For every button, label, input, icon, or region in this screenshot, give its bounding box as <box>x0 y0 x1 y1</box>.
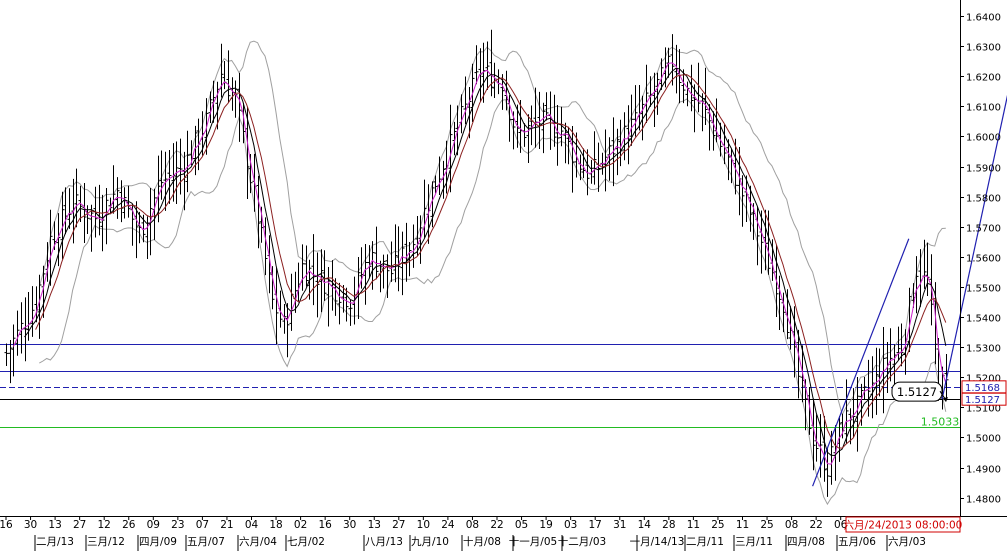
day-label: 11 <box>736 519 749 531</box>
day-label: 26 <box>122 519 136 531</box>
price-tick-label: 1.5900 <box>966 164 1001 175</box>
day-label: 27 <box>392 519 405 531</box>
callout-value: 1.5127 <box>897 385 937 399</box>
day-label: 04 <box>245 519 259 531</box>
price-tick-label: 1.5600 <box>966 254 1001 265</box>
day-label: 16 <box>0 519 13 531</box>
day-label: 02 <box>294 519 307 531</box>
day-label: 09 <box>147 519 160 531</box>
price-tick-label: 1.5800 <box>966 194 1001 205</box>
month-label: 八月/13 <box>365 536 403 548</box>
day-label: 30 <box>24 519 37 531</box>
price-tick-label: 1.5500 <box>966 284 1001 295</box>
month-label: 一月/14/13 <box>630 536 685 548</box>
price-tick-label: 1.6200 <box>966 73 1001 84</box>
cursor-time-label: 六月/24/2013 08:00:00 <box>844 520 963 532</box>
price-axis: 1.48001.49001.50001.51001.52001.53001.54… <box>960 13 1001 506</box>
time-axis: 16 30 13 27 12 26 09 23 07 21 04 18 02 16 30 13 27 10 24 08… <box>0 516 926 551</box>
day-label: 23 <box>171 519 184 531</box>
price-tick-label: 1.5000 <box>966 434 1001 445</box>
month-label: 四月/09 <box>139 536 177 548</box>
month-label: 七月/02 <box>287 536 325 548</box>
price-tick-label: 1.6000 <box>966 133 1001 144</box>
price-tags: 1.51681.5127 <box>961 380 1007 406</box>
day-label: 22 <box>809 519 822 531</box>
day-label: 30 <box>343 519 356 531</box>
month-label: 四月/08 <box>787 536 825 548</box>
price-tag-value: 1.5168 <box>965 383 1000 394</box>
price-tick-label: 1.4900 <box>966 465 1001 476</box>
month-label: 三月/12 <box>87 536 125 548</box>
month-label: 十月/08 <box>463 535 501 548</box>
month-label: 三月/11 <box>735 536 773 548</box>
day-label: 31 <box>613 519 626 531</box>
price-chart: 1.51271.5033 1.48001.49001.50001.51001.5… <box>0 0 1007 551</box>
month-label: 十一月/05 <box>509 535 557 548</box>
price-tag-value: 1.5127 <box>965 395 1000 406</box>
month-label: 九月/10 <box>411 536 449 548</box>
price-tick-label: 1.4800 <box>966 495 1001 506</box>
day-label: 28 <box>662 519 675 531</box>
price-tick-label: 1.5300 <box>966 344 1001 355</box>
day-label: 25 <box>760 519 773 531</box>
day-label: 19 <box>539 519 552 531</box>
day-label: 03 <box>564 519 577 531</box>
day-label: 16 <box>318 519 332 531</box>
day-label: 13 <box>368 519 381 531</box>
price-tick-label: 1.5400 <box>966 314 1001 325</box>
month-label: 五月/06 <box>838 536 876 548</box>
day-label: 10 <box>417 519 430 531</box>
month-label: 二月/11 <box>686 536 724 548</box>
day-label: 22 <box>490 519 503 531</box>
day-label: 27 <box>73 519 86 531</box>
day-label: 08 <box>466 519 479 531</box>
day-label: 08 <box>785 519 798 531</box>
day-label: 05 <box>515 519 528 531</box>
month-label: 六月/04 <box>239 536 277 548</box>
day-label: 11 <box>687 519 700 531</box>
day-label: 25 <box>711 519 724 531</box>
price-tick-label: 1.6100 <box>966 103 1001 114</box>
day-label: 21 <box>220 519 233 531</box>
price-tick-label: 1.6300 <box>966 43 1001 54</box>
day-label: 17 <box>589 519 602 531</box>
day-label: 13 <box>48 519 61 531</box>
day-label: 18 <box>269 519 282 531</box>
day-label: 14 <box>638 519 652 531</box>
level-label: 1.5033 <box>921 415 960 428</box>
cursor-time-box: 六月/24/2013 08:00:00 <box>844 516 963 533</box>
price-tick-label: 1.6400 <box>966 13 1001 24</box>
month-label: 六月/03 <box>888 536 926 548</box>
month-label: 五月/07 <box>187 536 225 548</box>
day-label: 24 <box>441 519 455 531</box>
month-label: 二月/13 <box>36 536 74 548</box>
month-label: 十二月/03 <box>558 535 606 548</box>
price-tick-label: 1.5700 <box>966 224 1001 235</box>
day-label: 12 <box>98 519 111 531</box>
day-label: 07 <box>196 519 209 531</box>
